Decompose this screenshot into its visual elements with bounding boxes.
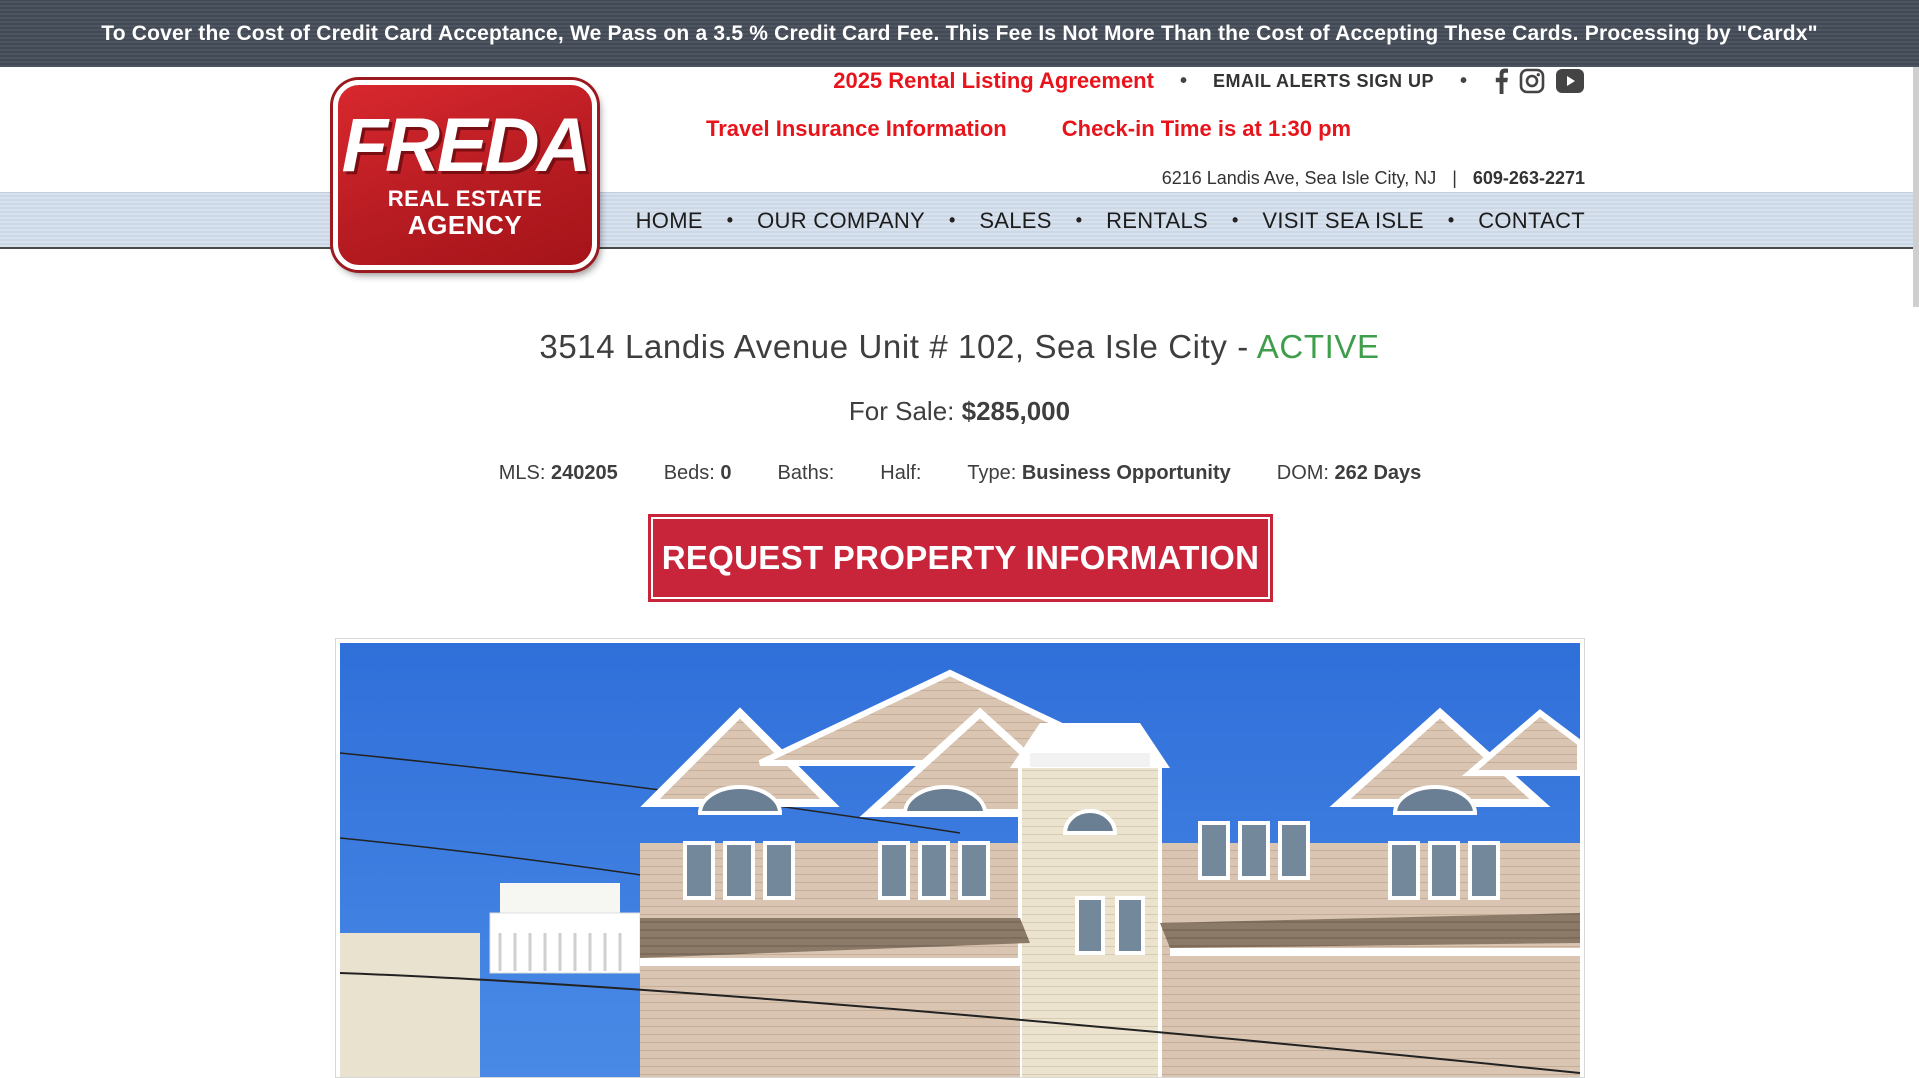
instagram-icon[interactable]: [1519, 68, 1545, 94]
nav-our-company[interactable]: OUR COMPANY: [757, 208, 925, 234]
dom-label: DOM:: [1276, 461, 1329, 484]
title-dash: -: [1227, 328, 1257, 365]
nav-separator: •: [1075, 210, 1083, 230]
nav-separator: •: [1232, 210, 1239, 230]
listing-facts: MLS: 240205 Beds: 0 Baths: Half: Type: B…: [480, 458, 1440, 488]
nav-separator: •: [949, 210, 956, 230]
fact-dom: DOM: 262 Days: [1277, 462, 1422, 485]
property-photo[interactable]: [335, 638, 1585, 1078]
request-property-info-button[interactable]: REQUEST PROPERTY INFORMATION: [648, 514, 1273, 602]
travel-insurance-link[interactable]: Travel Insurance Information: [706, 116, 1007, 142]
facebook-icon[interactable]: [1493, 68, 1509, 94]
fact-half: Half:: [880, 462, 921, 485]
contact-line: 6216 Landis Ave, Sea Isle City, NJ | 609…: [1162, 166, 1585, 190]
main-nav: HOME • OUR COMPANY • SALES • RENTALS • V…: [636, 192, 1585, 249]
nav-rentals[interactable]: RENTALS: [1106, 208, 1208, 234]
half-label: Half:: [880, 461, 922, 484]
dom-value: 262 Days: [1334, 461, 1422, 484]
freda-logo[interactable]: FREDA REAL ESTATE AGENCY: [333, 80, 597, 270]
nav-visit-sea-isle[interactable]: VISIT SEA ISLE: [1262, 208, 1424, 234]
rental-listing-agreement-link[interactable]: 2025 Rental Listing Agreement: [833, 68, 1154, 94]
nav-home[interactable]: HOME: [636, 208, 703, 234]
credit-card-notice-text: To Cover the Cost of Credit Card Accepta…: [101, 21, 1818, 45]
beds-value: 0: [720, 461, 732, 484]
nav-contact[interactable]: CONTACT: [1478, 208, 1585, 234]
type-label: Type:: [967, 461, 1017, 484]
property-photo-image: [340, 643, 1580, 1077]
nav-separator: •: [1447, 210, 1455, 230]
nav-sales[interactable]: SALES: [979, 208, 1051, 234]
fact-mls: MLS: 240205: [499, 462, 618, 485]
contact-separator: |: [1452, 167, 1457, 188]
listing-status: ACTIVE: [1256, 328, 1380, 365]
logo-wordmark: FREDA: [341, 103, 592, 188]
fact-type: Type: Business Opportunity: [967, 462, 1230, 485]
separator-dot: •: [1179, 69, 1187, 92]
price-label: For Sale:: [848, 396, 955, 426]
social-links: [1493, 68, 1585, 94]
fact-beds: Beds: 0: [664, 462, 732, 485]
youtube-icon[interactable]: [1555, 68, 1585, 94]
phone-link[interactable]: 609-263-2271: [1473, 168, 1585, 189]
mls-value: 240205: [550, 461, 618, 484]
credit-card-notice-bar: To Cover the Cost of Credit Card Accepta…: [0, 0, 1919, 67]
header-top-links: 2025 Rental Listing Agreement • EMAIL AL…: [833, 66, 1585, 96]
baths-label: Baths:: [777, 461, 835, 484]
price-line: For Sale: $285,000: [0, 396, 1919, 427]
checkin-time-link[interactable]: Check-in Time is at 1:30 pm: [1062, 116, 1351, 142]
listing-address: 3514 Landis Avenue Unit # 102, Sea Isle …: [539, 328, 1228, 365]
separator-dot: •: [1459, 69, 1467, 92]
type-value: Business Opportunity: [1021, 461, 1231, 484]
mls-label: MLS:: [498, 461, 546, 484]
logo-line3: AGENCY: [407, 210, 523, 240]
listing-price: $285,000: [961, 396, 1071, 426]
email-alerts-link[interactable]: EMAIL ALERTS SIGN UP: [1213, 71, 1434, 92]
page-scrollbar[interactable]: [1913, 67, 1919, 307]
header-info-links: Travel Insurance Information Check-in Ti…: [706, 114, 1351, 144]
nav-separator: •: [726, 210, 734, 230]
fact-baths: Baths:: [778, 462, 835, 485]
logo-line2: REAL ESTATE: [387, 186, 543, 211]
listing-title: 3514 Landis Avenue Unit # 102, Sea Isle …: [0, 328, 1919, 366]
beds-label: Beds:: [663, 461, 715, 484]
office-address: 6216 Landis Ave, Sea Isle City, NJ: [1161, 167, 1437, 188]
